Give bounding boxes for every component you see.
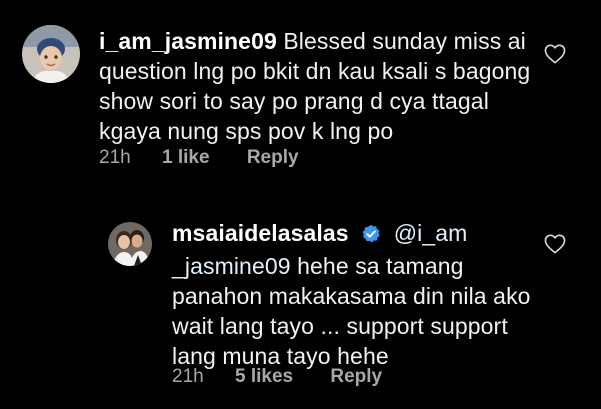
comment-meta: 21h 5 likes Reply [172,366,382,388]
reply-button[interactable]: Reply [330,366,382,388]
commenter-avatar[interactable] [22,25,80,83]
reply-button[interactable]: Reply [247,147,299,169]
comment-text-block: msaiaidelasalas @i_am _jasmine09 hehe sa… [172,218,532,371]
comment-meta: 21h 1 like Reply [99,147,299,169]
comment-text-block: i_am_jasmine09 Blessed sunday miss ai qu… [99,26,539,146]
comment-time: 21h [99,147,131,168]
comment-likes-count[interactable]: 1 like [162,147,210,169]
comment-time: 21h [172,366,204,387]
verified-badge-icon [361,221,381,251]
comment-username[interactable]: msaiaidelasalas [172,220,349,246]
commenter-avatar[interactable] [108,222,152,266]
comment-username[interactable]: i_am_jasmine09 [99,28,277,54]
heart-outline-icon[interactable] [544,44,566,64]
heart-outline-icon[interactable] [544,234,566,254]
comment-likes-count[interactable]: 5 likes [235,366,293,388]
